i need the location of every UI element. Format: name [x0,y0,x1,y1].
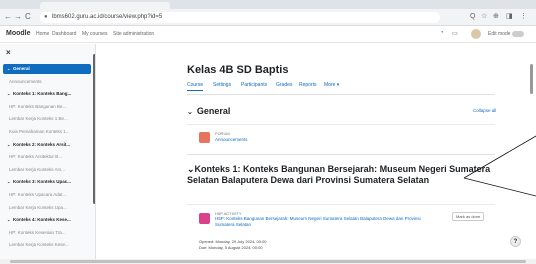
course-index-activity[interactable]: HP: Konteks Arsitektur B... [3,152,91,162]
browser-tab[interactable] [40,2,170,9]
drawer-scrollbar[interactable] [93,54,95,204]
reload-icon[interactable]: C [25,12,31,22]
address-bar[interactable]: ● lbms602.guru.ac.id/course/view.php?id=… [40,12,440,23]
h5p-icon [199,213,210,224]
nav-my-courses[interactable]: My courses [82,31,108,37]
site-navbar: Moodle Home Dashboard My courses Site ad… [0,26,536,43]
course-index-activity[interactable]: Lembar Kerja Konteks Ars... [3,165,91,175]
menu-icon[interactable]: ⋮ [520,12,527,22]
section-general-header[interactable]: ⌄ General [187,106,230,116]
main-scrollbar[interactable] [530,64,533,94]
course-index-section[interactable]: ⌄ Konteks 1: Konteks Bang... [3,89,91,99]
course-index-label: HP: Konteks Bangunan Be... [9,103,67,109]
forum-activity[interactable]: FORUM Announcements [187,124,495,148]
course-index-label: Lembar Kerja Konteks Kese... [9,242,69,248]
activity-link[interactable]: H5P: Konteks Bangunan Bersejarah: Museum… [215,216,440,228]
messages-icon[interactable]: ▭ [452,30,458,37]
close-drawer-icon[interactable]: × [6,48,11,57]
tab-grades[interactable]: Grades [276,82,292,88]
course-index-activity[interactable]: Lembar Kerja Konteks Kese... [3,240,91,250]
course-index-activity[interactable]: HP: Konteks Upacara Adat... [3,190,91,200]
course-index-label: Lembar Kerja Konteks Upa... [9,204,67,210]
course-index-activity[interactable]: Announcements [3,77,91,87]
course-index-label: Announcements [9,78,42,84]
course-index-label: HP: Konteks Kesenian Tra... [9,229,66,235]
avatar[interactable] [471,29,481,39]
search-icon[interactable]: Q [470,12,475,22]
course-index-label: Lembar Kerja Konteks 1 Be... [9,116,68,122]
forward-icon[interactable]: → [14,12,22,22]
course-index-label: Konteks 3: Konteks Upac... [13,179,72,185]
course-index-label: Konteks 1: Konteks Bang... [13,91,72,97]
site-logo[interactable]: Moodle [6,30,31,37]
course-index-activity[interactable]: HP: Konteks Bangunan Be... [3,102,91,112]
back-icon[interactable]: ← [4,12,12,22]
section-general-title: General [196,106,231,116]
collapse-all-link[interactable]: Collapse all [473,108,496,113]
page-title: Kelas 4B SD Baptis [187,64,289,76]
browser-toolbar: ← → C ● lbms602.guru.ac.id/course/view.p… [0,9,536,26]
edit-mode-toggle[interactable] [512,31,524,37]
activity-type-label: FORUM [215,131,230,136]
browser-tab-strip [0,0,536,9]
course-index-section[interactable]: ⌄ Konteks 2: Konteks Arsit... [3,140,91,150]
course-index-drawer: × ⌄ General Announcements ⌄ Konteks 1: Konte… [0,44,96,259]
due-date: Due: Monday, 5 August 2024, 00:00 [199,245,263,250]
url-text: lbms602.guru.ac.id/course/view.php?id=5 [52,14,163,20]
course-index-label: HP: Konteks Arsitektur B... [9,154,63,160]
annotation-lines [463,135,536,197]
course-index-section[interactable]: ⌄ General [3,64,91,74]
course-index-label: HP: Konteks Upacara Adat... [9,192,67,197]
tab-divider [187,94,495,95]
tab-more[interactable]: More ▾ [324,82,339,88]
forum-icon [199,132,210,143]
sidebar-icon[interactable]: ◨ [506,12,513,22]
chevron-down-icon[interactable]: ⌄ [187,109,193,116]
section-1-header[interactable]: ⌄Konteks 1: Konteks Bangunan Bersejarah:… [187,164,495,186]
course-index-label: Kuis Pemahaman Konteks 1... [9,129,70,134]
section-1-title: Konteks 1: Konteks Bangunan Bersejarah: … [187,164,491,185]
tab-settings[interactable]: Settings [213,82,231,88]
chevron-down-icon[interactable]: ⌄ [187,164,195,174]
nav-dashboard[interactable]: Dashboard [52,31,76,37]
course-index-section[interactable]: ⌄ Konteks 3: Konteks Upac... [3,177,91,187]
activity-link[interactable]: Announcements [215,137,248,142]
course-index-activity[interactable]: Lembar Kerja Konteks 1 Be... [3,114,91,124]
opened-date: Opened: Monday, 29 July 2024, 00:00 [199,239,267,244]
course-index-label: Lembar Kerja Konteks Ars... [9,166,66,172]
edit-mode-label: Edit mode [488,31,511,37]
course-index-label: Konteks 2: Konteks Arsit... [13,141,71,147]
star-icon[interactable]: ☆ [481,12,487,22]
course-index-activity[interactable]: Lembar Kerja Konteks Upa... [3,203,91,213]
scrollbar-thumb[interactable] [10,260,526,263]
course-index-section[interactable]: ⌄ Konteks 4: Konteks Kese... [3,215,91,225]
notifications-icon[interactable]: ◔ [440,30,444,36]
lock-icon: ● [44,14,48,20]
nav-site-admin[interactable]: Site administration [113,31,154,37]
tab-reports[interactable]: Reports [299,82,317,88]
course-index-label: General [13,66,30,71]
section-divider [187,154,495,155]
course-index-activity[interactable]: HP: Konteks Kesenian Tra... [3,228,91,238]
tab-course[interactable]: Course [187,82,204,91]
nav-home[interactable]: Home [36,31,49,37]
course-index-activity[interactable]: Kuis Pemahaman Konteks 1... [3,127,91,137]
horizontal-scrollbar[interactable] [0,259,536,264]
tab-participants[interactable]: Participants [241,82,267,88]
help-button[interactable]: ? [510,236,521,247]
extensions-icon[interactable]: ⊕ [493,12,499,22]
h5p-activity[interactable]: H5P ACTIVITY H5P: Konteks Bangunan Berse… [187,204,495,254]
course-index-label: Konteks 4: Konteks Kese... [13,217,71,223]
mark-as-done-button[interactable]: Mark as done [452,212,485,221]
